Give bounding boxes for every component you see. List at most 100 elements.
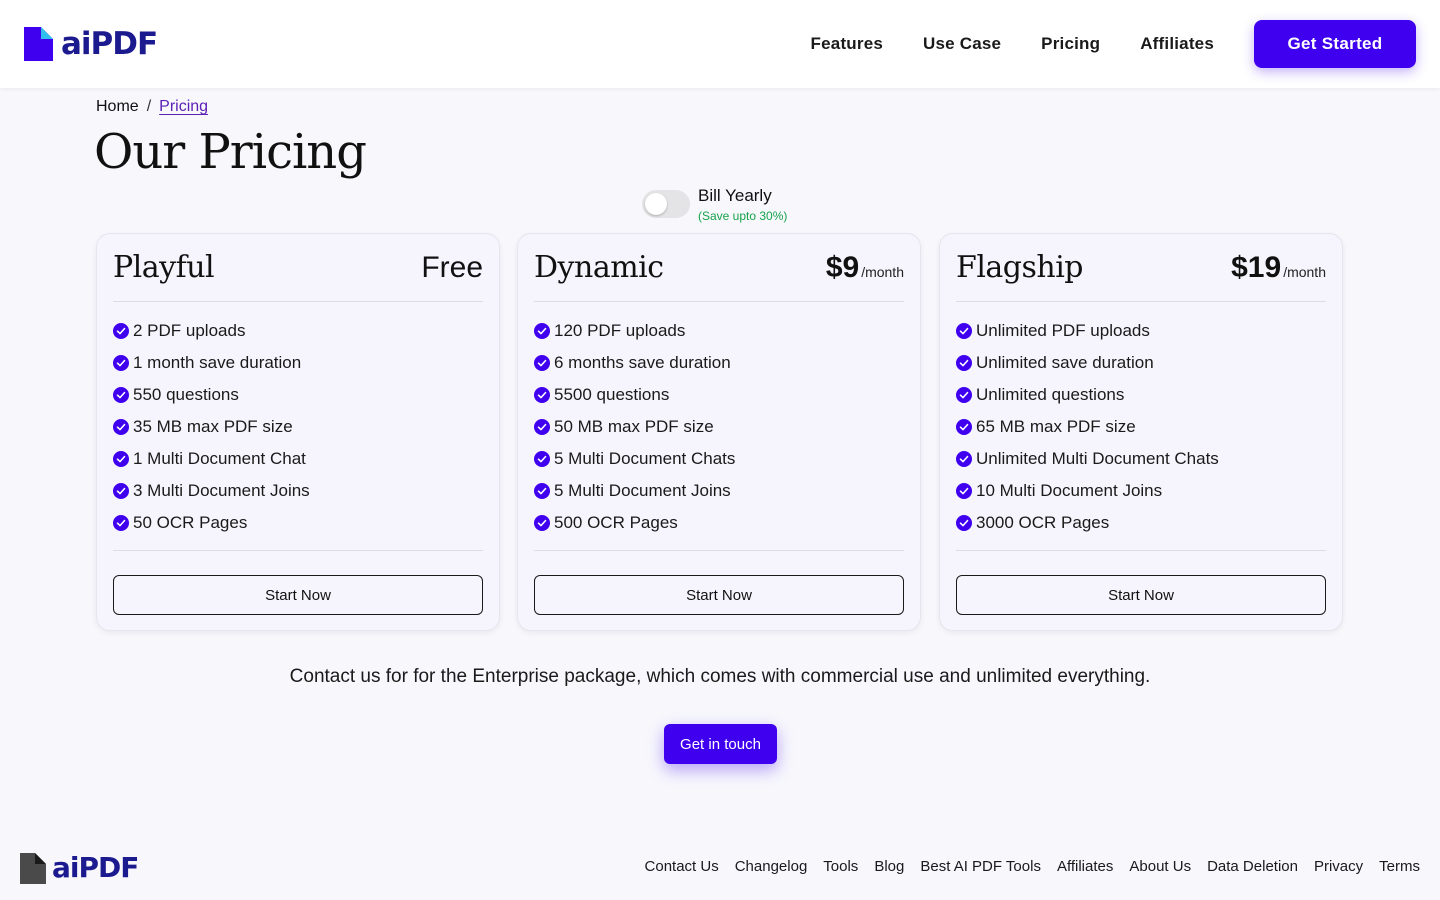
feature-item: Unlimited save duration <box>956 347 1326 379</box>
feature-text: 3000 OCR Pages <box>976 513 1110 532</box>
check-circle-icon <box>956 355 972 371</box>
footer-link-affiliates[interactable]: Affiliates <box>1057 858 1113 875</box>
feature-text: Unlimited save duration <box>976 353 1154 372</box>
feature-item: 550 questions <box>113 379 483 411</box>
main-nav: Features Use Case Pricing Affiliates Get… <box>811 20 1416 68</box>
footer-link-data-deletion[interactable]: Data Deletion <box>1207 858 1298 875</box>
save-note: (Save upto 30%) <box>698 209 788 223</box>
logo-wordmark: aiPDF <box>61 26 158 62</box>
check-circle-icon <box>113 419 129 435</box>
nav-features[interactable]: Features <box>811 34 883 54</box>
price-amount: $19 <box>1231 250 1282 284</box>
plan-price: $19 /month <box>1231 251 1326 285</box>
feature-item: 5 Multi Document Joins <box>534 475 904 507</box>
feature-item: 5500 questions <box>534 379 904 411</box>
check-circle-icon <box>113 323 129 339</box>
get-in-touch-button[interactable]: Get in touch <box>664 724 777 764</box>
plan-price: $9 /month <box>826 251 904 285</box>
toggle-knob <box>645 193 667 215</box>
feature-item: Unlimited PDF uploads <box>956 315 1326 347</box>
feature-item: Unlimited questions <box>956 379 1326 411</box>
footer-link-tools[interactable]: Tools <box>823 858 858 875</box>
feature-text: 550 questions <box>133 385 239 404</box>
billing-toggle-group: Bill Yearly (Save upto 30%) <box>642 186 787 223</box>
enterprise-text: Contact us for for the Enterprise packag… <box>289 666 1151 687</box>
nav-pricing[interactable]: Pricing <box>1041 34 1100 54</box>
check-circle-icon <box>534 323 550 339</box>
get-started-button[interactable]: Get Started <box>1254 20 1416 68</box>
start-now-button[interactable]: Start Now <box>113 575 483 615</box>
feature-item: 50 MB max PDF size <box>534 411 904 443</box>
plan-name: Dynamic <box>534 250 664 285</box>
footer-link-terms[interactable]: Terms <box>1379 858 1420 875</box>
check-circle-icon <box>113 451 129 467</box>
header-logo[interactable]: aiPDF <box>24 26 158 62</box>
bill-yearly-label: Bill Yearly <box>698 186 772 205</box>
footer-link-privacy[interactable]: Privacy <box>1314 858 1363 875</box>
check-circle-icon <box>956 451 972 467</box>
breadcrumb-current[interactable]: Pricing <box>159 98 208 116</box>
feature-text: Unlimited PDF uploads <box>976 321 1150 340</box>
price-amount: Free <box>421 250 483 284</box>
feature-text: 10 Multi Document Joins <box>976 481 1163 500</box>
feature-text: 1 month save duration <box>133 353 302 372</box>
plan-header: Dynamic $9 /month <box>534 234 904 302</box>
footer-link-changelog[interactable]: Changelog <box>735 858 808 875</box>
feature-list: 2 PDF uploads 1 month save duration 550 … <box>113 302 483 551</box>
logo-wordmark: aiPDF <box>52 851 139 884</box>
feature-item: 500 OCR Pages <box>534 507 904 539</box>
check-circle-icon <box>956 387 972 403</box>
site-header: aiPDF Features Use Case Pricing Affiliat… <box>0 0 1440 88</box>
feature-text: 1 Multi Document Chat <box>133 449 306 468</box>
start-now-button[interactable]: Start Now <box>534 575 904 615</box>
feature-item: 35 MB max PDF size <box>113 411 483 443</box>
start-now-button[interactable]: Start Now <box>956 575 1326 615</box>
nav-use-case[interactable]: Use Case <box>923 34 1001 54</box>
plan-name: Playful <box>113 250 215 285</box>
check-circle-icon <box>956 515 972 531</box>
feature-text: Unlimited questions <box>976 385 1125 404</box>
feature-item: 6 months save duration <box>534 347 904 379</box>
feature-item: 120 PDF uploads <box>534 315 904 347</box>
footer-link-about-us[interactable]: About Us <box>1129 858 1191 875</box>
feature-item: 2 PDF uploads <box>113 315 483 347</box>
footer-nav: Contact Us Changelog Tools Blog Best AI … <box>629 858 1420 875</box>
price-unit: /month <box>1283 263 1326 280</box>
feature-text: 65 MB max PDF size <box>976 417 1136 436</box>
plan-header: Flagship $19 /month <box>956 234 1326 302</box>
check-circle-icon <box>956 419 972 435</box>
check-circle-icon <box>113 387 129 403</box>
document-logo-icon <box>24 27 53 61</box>
footer-logo[interactable]: aiPDF <box>20 851 139 884</box>
breadcrumb-home[interactable]: Home <box>96 98 139 116</box>
check-circle-icon <box>534 387 550 403</box>
price-amount: $9 <box>825 250 860 284</box>
check-circle-icon <box>956 483 972 499</box>
feature-list: 120 PDF uploads 6 months save duration 5… <box>534 302 904 551</box>
feature-text: 6 months save duration <box>554 353 731 372</box>
feature-item: 3000 OCR Pages <box>956 507 1326 539</box>
bill-yearly-toggle[interactable] <box>642 190 690 218</box>
feature-text: 120 PDF uploads <box>554 321 686 340</box>
feature-text: 2 PDF uploads <box>133 321 246 340</box>
footer-link-best-ai-pdf-tools[interactable]: Best AI PDF Tools <box>920 858 1041 875</box>
footer-link-contact-us[interactable]: Contact Us <box>645 858 719 875</box>
feature-text: 35 MB max PDF size <box>133 417 293 436</box>
feature-list: Unlimited PDF uploads Unlimited save dur… <box>956 302 1326 551</box>
plan-price: Free <box>421 251 483 285</box>
feature-text: 3 Multi Document Joins <box>133 481 310 500</box>
footer-link-blog[interactable]: Blog <box>874 858 904 875</box>
feature-item: 3 Multi Document Joins <box>113 475 483 507</box>
plan-card-playful: Playful Free 2 PDF uploads 1 month save … <box>96 233 500 631</box>
breadcrumb: Home / Pricing <box>96 98 208 116</box>
nav-affiliates[interactable]: Affiliates <box>1140 34 1214 54</box>
check-circle-icon <box>534 419 550 435</box>
page-title: Our Pricing <box>94 124 367 180</box>
feature-item: 1 month save duration <box>113 347 483 379</box>
document-logo-icon <box>20 852 46 884</box>
feature-text: Unlimited Multi Document Chats <box>976 449 1219 468</box>
feature-text: 50 OCR Pages <box>133 513 248 532</box>
feature-item: Unlimited Multi Document Chats <box>956 443 1326 475</box>
check-circle-icon <box>113 355 129 371</box>
feature-item: 5 Multi Document Chats <box>534 443 904 475</box>
